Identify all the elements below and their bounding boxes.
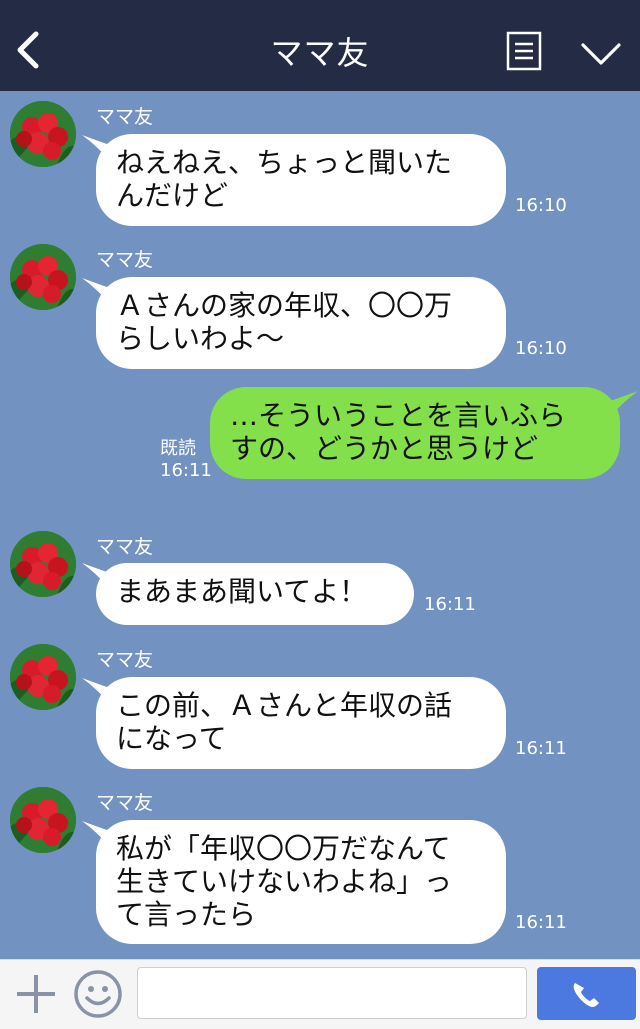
message-time: 16:11: [160, 460, 212, 481]
message-incoming: ママ友 まあまあ聞いてよ！ 16:11: [0, 521, 640, 631]
avatar-cherry-image: [10, 644, 76, 710]
message-bubble[interactable]: まあまあ聞いてよ！: [96, 563, 414, 625]
call-button[interactable]: [537, 967, 636, 1020]
message-text-line: んだけど: [116, 179, 229, 212]
chat-header: ママ友: [0, 0, 640, 91]
message-text-line: すの、どうかと思うけど: [230, 432, 539, 465]
sender-name: ママ友: [96, 106, 154, 128]
avatar-cherry-image: [10, 531, 76, 597]
avatar[interactable]: [10, 244, 76, 310]
message-incoming: ママ友 私が「年収〇〇万だなんて 生きていけないわよね」っ て言ったら 16:1…: [0, 777, 640, 957]
plus-icon[interactable]: [14, 972, 58, 1016]
message-text-line: この前、Ａさんと年収の話: [116, 689, 453, 722]
message-outgoing: 既読 16:11 …そういうことを言いふら すの、どうかと思うけど: [0, 386, 640, 486]
message-text-line: 私が「年収〇〇万だなんて: [116, 832, 451, 865]
message-text-line: 生きていけないわよね」っ: [116, 865, 453, 898]
message-text-line: て言ったら: [116, 898, 257, 931]
avatar[interactable]: [10, 644, 76, 710]
message-time: 16:11: [515, 738, 567, 759]
avatar-cherry-image: [10, 787, 76, 853]
menu-list-icon[interactable]: [506, 31, 542, 71]
message-text-line: ねえねえ、ちょっと聞いた: [116, 146, 453, 179]
message-incoming: ママ友 Ａさんの家の年収、〇〇万 らしいわよ〜 16:10: [0, 234, 640, 374]
sender-name: ママ友: [96, 536, 154, 558]
message-text-line: になって: [116, 722, 227, 755]
message-time: 16:10: [515, 338, 567, 359]
message-incoming: ママ友 ねえねえ、ちょっと聞いた んだけど 16:10: [0, 91, 640, 231]
message-bubble[interactable]: この前、Ａさんと年収の話 になって: [96, 677, 506, 769]
message-time: 16:11: [515, 912, 567, 933]
read-receipt: 既読 16:11: [160, 438, 212, 482]
avatar[interactable]: [10, 101, 76, 167]
message-bubble[interactable]: …そういうことを言いふら すの、どうかと思うけど: [210, 387, 620, 479]
avatar[interactable]: [10, 531, 76, 597]
chat-title: ママ友: [270, 34, 370, 72]
phone-icon: [573, 983, 599, 1007]
message-bubble[interactable]: Ａさんの家の年収、〇〇万 らしいわよ〜: [96, 277, 506, 369]
message-input[interactable]: [137, 967, 527, 1019]
message-text-line: Ａさんの家の年収、〇〇万: [116, 289, 453, 322]
chat-area[interactable]: ママ友 ねえねえ、ちょっと聞いた んだけど 16:10 ママ友 Ａさんの家の年収…: [0, 91, 640, 959]
input-bar: [0, 959, 640, 1029]
avatar-cherry-image: [10, 101, 76, 167]
message-text-line: …そういうことを言いふら: [230, 399, 567, 432]
smiley-icon[interactable]: [73, 969, 123, 1019]
sender-name: ママ友: [96, 649, 154, 671]
read-status: 既読: [160, 438, 196, 459]
sender-name: ママ友: [96, 249, 154, 271]
message-bubble[interactable]: ねえねえ、ちょっと聞いた んだけど: [96, 134, 506, 226]
message-incoming: ママ友 この前、Ａさんと年収の話 になって 16:11: [0, 634, 640, 774]
avatar-cherry-image: [10, 244, 76, 310]
chevron-down-icon[interactable]: [580, 40, 622, 68]
message-bubble[interactable]: 私が「年収〇〇万だなんて 生きていけないわよね」っ て言ったら: [96, 820, 506, 944]
message-time: 16:10: [515, 195, 567, 216]
avatar[interactable]: [10, 787, 76, 853]
sender-name: ママ友: [96, 792, 154, 814]
bubble-tail: [610, 391, 638, 417]
message-text-line: まあまあ聞いてよ！: [116, 575, 368, 608]
message-text-line: らしいわよ〜: [116, 322, 285, 355]
message-time: 16:11: [424, 594, 476, 615]
